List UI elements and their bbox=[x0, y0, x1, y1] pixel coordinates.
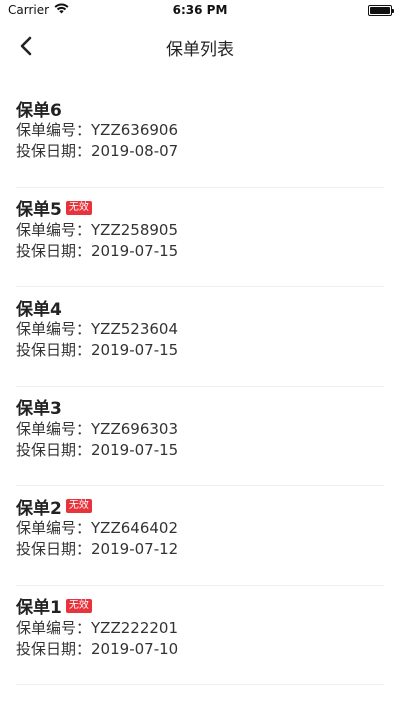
chevron-left-icon bbox=[19, 36, 33, 60]
invalid-badge: 无效 bbox=[65, 499, 92, 513]
policy-list-item[interactable]: 保单3 保单编号：YZZ696303 投保日期：2019-07-15 bbox=[16, 387, 384, 486]
carrier-label: Carrier bbox=[8, 3, 50, 17]
policy-list-item[interactable]: 保单6 保单编号：YZZ636906 投保日期：2019-08-07 bbox=[16, 88, 384, 188]
policy-name: 保单1 bbox=[16, 598, 62, 618]
policy-name: 保单2 bbox=[16, 498, 62, 519]
policy-number-value: YZZ523604 bbox=[91, 320, 178, 338]
policy-name: 保单5 bbox=[16, 200, 62, 220]
policy-number-label: 保单编号： bbox=[16, 419, 92, 438]
battery-icon bbox=[368, 4, 394, 16]
policy-number-line: 保单编号：YZZ696303 bbox=[16, 419, 384, 440]
policy-list-item[interactable]: 保单4 保单编号：YZZ523604 投保日期：2019-07-15 bbox=[16, 287, 384, 387]
policy-header: 保单3 bbox=[16, 395, 384, 419]
policy-list-item[interactable]: 保单2 无效 保单编号：YZZ646402 投保日期：2019-07-12 bbox=[16, 486, 384, 586]
policy-name: 保单3 bbox=[16, 399, 62, 419]
invalid-badge: 无效 bbox=[65, 200, 92, 215]
policy-number-label: 保单编号： bbox=[16, 320, 92, 338]
insure-date-line: 投保日期：2019-08-07 bbox=[16, 141, 384, 162]
insure-date-line: 投保日期：2019-07-12 bbox=[16, 539, 384, 560]
insure-date-line: 投保日期：2019-07-10 bbox=[16, 639, 384, 660]
status-left: Carrier bbox=[8, 3, 69, 17]
insure-date-value: 2019-07-10 bbox=[91, 639, 179, 658]
status-bar: Carrier 6:36 PM bbox=[0, 0, 400, 20]
policy-number-label: 保单编号： bbox=[16, 121, 92, 139]
policy-number-line: 保单编号：YZZ646402 bbox=[16, 518, 384, 539]
policy-number-value: YZZ696303 bbox=[91, 419, 178, 438]
insure-date-line: 投保日期：2019-07-15 bbox=[16, 241, 384, 262]
battery-level bbox=[370, 6, 390, 14]
policy-number-label: 保单编号： bbox=[16, 618, 92, 637]
back-button[interactable] bbox=[12, 34, 40, 62]
insure-date-label: 投保日期： bbox=[16, 440, 92, 459]
insure-date-line: 投保日期：2019-07-15 bbox=[16, 340, 384, 361]
policy-name: 保单4 bbox=[16, 299, 62, 320]
policy-list: 保单6 保单编号：YZZ636906 投保日期：2019-08-07 保单5 无… bbox=[0, 88, 400, 685]
status-time: 6:36 PM bbox=[172, 3, 228, 17]
policy-name: 保单6 bbox=[16, 100, 62, 121]
policy-number-label: 保单编号： bbox=[16, 519, 92, 537]
policy-header: 保单5 无效 bbox=[16, 196, 384, 220]
policy-number-label: 保单编号： bbox=[16, 220, 92, 239]
insure-date-label: 投保日期： bbox=[16, 241, 92, 260]
insure-date-value: 2019-07-15 bbox=[91, 440, 179, 459]
policy-number-value: YZZ222201 bbox=[91, 618, 178, 637]
policy-header: 保单2 无效 bbox=[16, 494, 384, 519]
insure-date-label: 投保日期： bbox=[16, 639, 92, 658]
page-title: 保单列表 bbox=[166, 39, 234, 60]
invalid-badge: 无效 bbox=[65, 598, 92, 613]
insure-date-label: 投保日期： bbox=[16, 142, 92, 160]
policy-number-line: 保单编号：YZZ523604 bbox=[16, 319, 384, 340]
insure-date-value: 2019-07-15 bbox=[91, 241, 179, 260]
policy-header: 保单1 无效 bbox=[16, 594, 384, 618]
policy-header: 保单4 bbox=[16, 295, 384, 320]
insure-date-value: 2019-07-12 bbox=[91, 540, 179, 558]
insure-date-line: 投保日期：2019-07-15 bbox=[16, 440, 384, 461]
policy-list-item[interactable]: 保单1 无效 保单编号：YZZ222201 投保日期：2019-07-10 bbox=[16, 586, 384, 685]
policy-list-item[interactable]: 保单5 无效 保单编号：YZZ258905 投保日期：2019-07-15 bbox=[16, 188, 384, 287]
wifi-icon bbox=[54, 3, 69, 17]
policy-header: 保单6 bbox=[16, 96, 384, 121]
insure-date-value: 2019-08-07 bbox=[91, 142, 179, 160]
policy-number-value: YZZ636906 bbox=[91, 121, 178, 139]
policy-number-line: 保单编号：YZZ636906 bbox=[16, 120, 384, 141]
insure-date-value: 2019-07-15 bbox=[91, 341, 179, 359]
insure-date-label: 投保日期： bbox=[16, 341, 92, 359]
policy-number-line: 保单编号：YZZ222201 bbox=[16, 618, 384, 639]
policy-number-line: 保单编号：YZZ258905 bbox=[16, 220, 384, 241]
policy-number-value: YZZ258905 bbox=[91, 220, 178, 239]
insure-date-label: 投保日期： bbox=[16, 540, 92, 558]
policy-number-value: YZZ646402 bbox=[91, 519, 178, 537]
nav-bar: 保单列表 bbox=[0, 20, 400, 74]
